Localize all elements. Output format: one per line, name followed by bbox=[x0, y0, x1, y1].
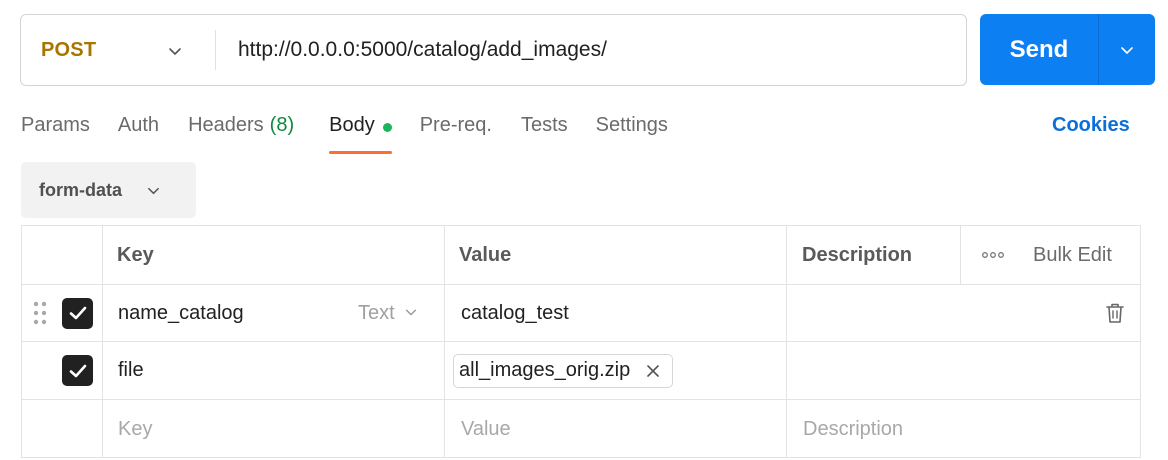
table-header-row: Key Value Description Bulk Edit bbox=[22, 226, 1140, 285]
value-text: catalog_test bbox=[461, 301, 569, 324]
tab-body[interactable]: Body bbox=[329, 114, 392, 154]
headers-count-badge: (8) bbox=[269, 114, 295, 136]
chevron-down-icon bbox=[406, 309, 417, 315]
description-input[interactable]: Description bbox=[786, 400, 1140, 458]
header-label: Key bbox=[117, 243, 154, 266]
tab-label: Params bbox=[21, 114, 90, 136]
row-checkbox-cell bbox=[62, 342, 102, 399]
cookies-link[interactable]: Cookies bbox=[1052, 114, 1130, 137]
description-column-header: Description bbox=[786, 226, 960, 284]
row-enabled-checkbox[interactable] bbox=[62, 355, 93, 386]
send-options-button[interactable] bbox=[1099, 14, 1155, 85]
drag-handle-icon[interactable] bbox=[32, 285, 54, 341]
chevron-down-icon bbox=[148, 187, 159, 194]
method-label: POST bbox=[41, 38, 97, 61]
tab-label: Settings bbox=[595, 114, 668, 136]
value-column-header: Value bbox=[444, 226, 786, 284]
description-cell[interactable] bbox=[786, 342, 1140, 399]
body-type-label: form-data bbox=[39, 179, 123, 200]
key-cell[interactable]: name_catalog Text bbox=[102, 285, 444, 341]
checkmark-icon bbox=[69, 306, 86, 320]
key-column-header: Key bbox=[102, 226, 444, 284]
description-placeholder: Description bbox=[803, 417, 904, 440]
tab-params[interactable]: Params bbox=[21, 114, 90, 154]
send-button[interactable]: Send bbox=[980, 36, 1098, 64]
key-placeholder: Key bbox=[118, 417, 153, 440]
row-enabled-checkbox[interactable] bbox=[62, 297, 93, 329]
key-value: name_catalog bbox=[118, 301, 244, 324]
request-url-bar: POST http://0.0.0.0:5000/catalog/add_ima… bbox=[20, 14, 967, 86]
table-row-new: Key Value Description bbox=[22, 400, 1140, 458]
checkmark-icon bbox=[69, 364, 86, 377]
table-actions-header: Bulk Edit bbox=[960, 226, 1140, 284]
tab-label: Tests bbox=[520, 114, 568, 136]
key-type-select[interactable]: Text bbox=[358, 302, 418, 325]
description-cell[interactable] bbox=[786, 285, 1140, 341]
key-cell[interactable]: file bbox=[102, 342, 444, 399]
chevron-down-icon bbox=[169, 48, 181, 55]
request-tabs: Params Auth Headers (8) Body Pre-req. Te… bbox=[21, 114, 668, 156]
send-button-group: Send bbox=[980, 14, 1155, 85]
header-label: Value bbox=[459, 243, 512, 266]
header-label: Description bbox=[802, 243, 913, 266]
close-icon[interactable] bbox=[646, 364, 660, 378]
key-value: file bbox=[118, 359, 144, 381]
tab-label: Body bbox=[329, 114, 375, 136]
row-checkbox-cell bbox=[62, 285, 102, 341]
tab-headers[interactable]: Headers (8) bbox=[188, 114, 294, 154]
value-cell: all_images_orig.zip bbox=[444, 342, 786, 399]
file-chip: all_images_orig.zip bbox=[453, 353, 674, 388]
tab-tests[interactable]: Tests bbox=[521, 114, 568, 154]
body-indicator-dot bbox=[382, 123, 392, 132]
tab-settings[interactable]: Settings bbox=[596, 114, 668, 154]
form-data-table: Key Value Description Bulk Edit name_cat… bbox=[21, 225, 1141, 458]
chevron-down-icon bbox=[1121, 46, 1133, 54]
value-cell[interactable]: catalog_test bbox=[444, 285, 786, 341]
active-tab-underline bbox=[329, 151, 392, 154]
key-input[interactable]: Key bbox=[102, 400, 444, 458]
tab-pre-request[interactable]: Pre-req. bbox=[420, 114, 492, 154]
trash-icon[interactable] bbox=[1105, 302, 1125, 324]
value-placeholder: Value bbox=[461, 417, 511, 440]
file-name: all_images_orig.zip bbox=[459, 359, 631, 381]
value-input[interactable]: Value bbox=[444, 400, 786, 458]
body-type-select[interactable]: form-data bbox=[21, 162, 196, 218]
method-select[interactable]: POST bbox=[21, 15, 215, 85]
table-row: file all_images_orig.zip bbox=[22, 342, 1140, 400]
table-row: name_catalog Text catalog_test bbox=[22, 285, 1140, 342]
tab-label: Auth bbox=[117, 114, 160, 136]
tab-label: Headers bbox=[188, 114, 264, 136]
url-input[interactable]: http://0.0.0.0:5000/catalog/add_images/ bbox=[216, 15, 966, 85]
more-horizontal-icon[interactable] bbox=[981, 251, 1005, 259]
bulk-edit-button[interactable]: Bulk Edit bbox=[1033, 244, 1112, 267]
tab-auth[interactable]: Auth bbox=[118, 114, 159, 154]
tab-label: Pre-req. bbox=[419, 114, 492, 136]
key-type-label: Text bbox=[358, 301, 395, 324]
